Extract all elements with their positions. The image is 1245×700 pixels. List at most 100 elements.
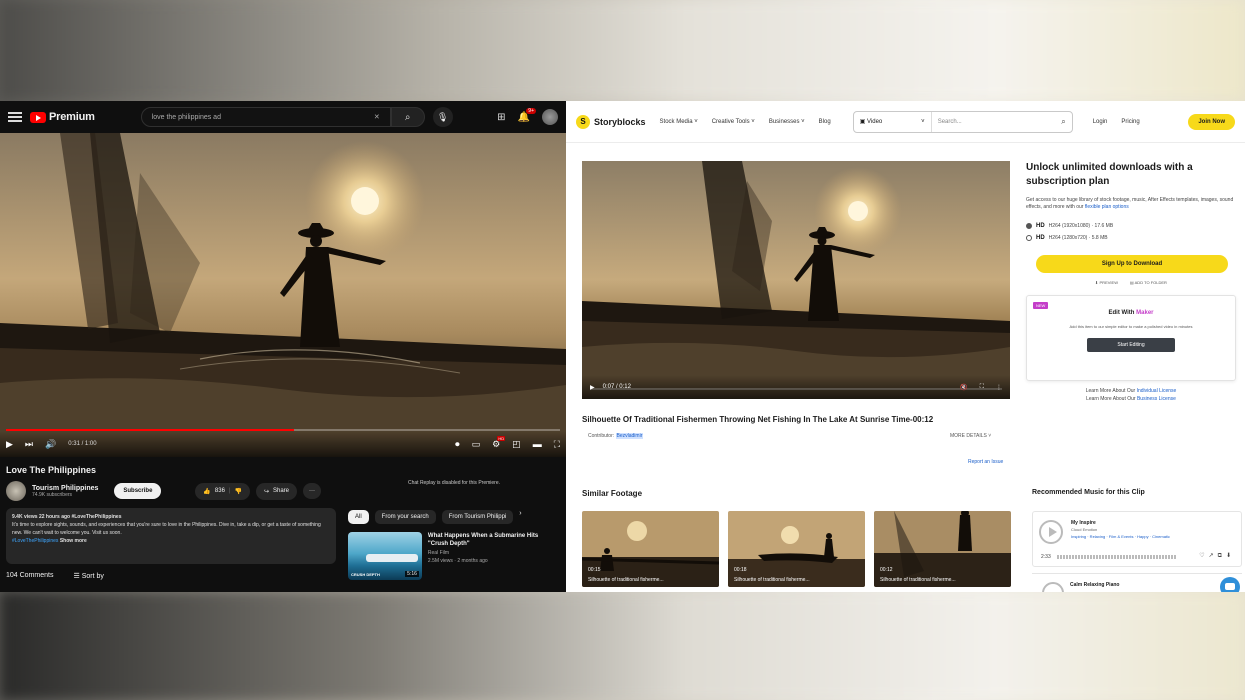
music-track-1-time: 2:33 xyxy=(1041,554,1051,560)
nav-stock-media[interactable]: Stock Media ˅ xyxy=(660,119,698,125)
chat-support-icon[interactable] xyxy=(1220,577,1240,592)
heart-icon[interactable]: ♡ xyxy=(1199,553,1208,559)
youtube-player-controls: ▶ ⏭ 🔊 0:31 / 1:00 ⏺ ▭ ⚙ HD ◰ ▬ ⛶ xyxy=(0,431,566,457)
more-details-toggle[interactable]: MORE DETAILS ˅ xyxy=(950,433,991,439)
chevron-right-icon[interactable]: › xyxy=(519,510,521,524)
format-option-1080-badge: HD xyxy=(1036,223,1045,229)
video-icon: ▣ xyxy=(859,119,866,125)
microphone-icon[interactable]: 🎙 xyxy=(432,107,453,127)
folder-icon: ▤ xyxy=(1129,280,1134,285)
preview-button[interactable]: ⬇ PREVIEW xyxy=(1095,280,1118,285)
like-count: 836 xyxy=(214,488,225,494)
autoplay-toggle-icon[interactable]: ⏺ xyxy=(455,439,460,450)
pricing-link[interactable]: Pricing xyxy=(1121,119,1139,125)
contributor-link[interactable]: Bezvladimir xyxy=(615,433,644,439)
blurred-backdrop-bottom xyxy=(0,592,1245,700)
youtube-video-player[interactable]: ▶ ⏭ 🔊 0:31 / 1:00 ⏺ ▭ ⚙ HD ◰ ▬ ⛶ xyxy=(0,133,566,457)
music-play-icon[interactable] xyxy=(1039,520,1063,544)
share-button[interactable]: ↪ Share xyxy=(255,482,297,500)
similar-footage-heading: Similar Footage xyxy=(582,489,643,498)
more-options-icon[interactable]: ⋮ xyxy=(996,384,1002,391)
download-icon[interactable]: ⬇ xyxy=(1226,553,1235,559)
youtube-search-input[interactable]: love the philippines ad ✕ xyxy=(140,107,391,127)
subtitles-icon[interactable]: ▭ xyxy=(472,439,481,450)
fullscreen-icon[interactable]: ⛶ xyxy=(554,439,560,450)
music-track-1-artist[interactable]: Cloud Emotion xyxy=(1071,527,1097,532)
description-meta: 9.4K views 22 hours ago #LoveThePhilippi… xyxy=(12,514,122,520)
similar-clip-2[interactable]: 00:18 Silhouette of traditional fisherme… xyxy=(728,511,865,587)
music-track-1-title[interactable]: My Inspire xyxy=(1071,520,1096,526)
individual-license-link[interactable]: Individual License xyxy=(1137,388,1177,394)
fullscreen-icon[interactable]: ⛶ xyxy=(980,384,984,391)
preview-label: PREVIEW xyxy=(1099,280,1118,285)
storyblocks-brand: Storyblocks xyxy=(594,116,646,127)
format-option-720[interactable]: HD H264 (1280x720) · 5.8 MB xyxy=(1026,235,1236,241)
storyblocks-logo[interactable]: S Storyblocks xyxy=(576,114,646,129)
similar-clip-3[interactable]: 00:12 Silhouette of traditional fisherme… xyxy=(874,511,1011,587)
miniplayer-icon[interactable]: ◰ xyxy=(512,439,521,450)
chip-all[interactable]: All xyxy=(348,510,369,524)
like-button[interactable]: 👍 836 | 👎 xyxy=(195,482,250,500)
music-track-2-title[interactable]: Calm Relaxing Piano xyxy=(1070,582,1119,588)
hamburger-menu-icon[interactable] xyxy=(8,112,22,122)
similar-clip-1[interactable]: 00:15 Silhouette of traditional fisherme… xyxy=(582,511,719,587)
volume-icon[interactable]: 🔊 xyxy=(45,439,56,450)
theater-mode-icon[interactable]: ▬ xyxy=(533,439,542,449)
youtube-time-display: 0:31 / 1:00 xyxy=(68,441,97,447)
recommended-video-title[interactable]: What Happens When a Submarine Hits "Crus… xyxy=(428,532,560,548)
add-to-folder-button[interactable]: ▤ ADD TO FOLDER xyxy=(1130,280,1167,285)
clear-search-icon[interactable]: ✕ xyxy=(374,113,380,121)
next-icon[interactable]: ⏭ xyxy=(25,439,33,450)
recommended-video-channel: Real Film xyxy=(427,550,450,556)
mute-icon[interactable]: 🔇 xyxy=(960,384,967,391)
subscribe-button[interactable]: Subscribe xyxy=(114,483,162,499)
sort-by-button[interactable]: ☰ Sort by xyxy=(73,572,103,580)
recommended-video[interactable]: CRUSH DEPTH 5:16 What Happens When a Sub… xyxy=(348,532,560,580)
notifications-bell-icon[interactable]: 🔔 9+ xyxy=(518,107,536,123)
search-icon[interactable]: ⌕ xyxy=(1061,117,1065,127)
play-icon[interactable]: ▶ xyxy=(6,439,13,450)
storyblocks-search-input[interactable]: Search... ⌕ xyxy=(932,117,1072,127)
chip-from-tourism-philippines[interactable]: From Tourism Philippi xyxy=(441,510,514,524)
format-option-1080[interactable]: HD H264 (1920x1080) · 17.6 MB xyxy=(1026,223,1236,229)
similar-clip-2-label: Silhouette of traditional fisherme... xyxy=(734,577,810,583)
create-video-icon[interactable]: ⊞ xyxy=(497,112,505,123)
join-now-button[interactable]: Join Now xyxy=(1188,113,1235,130)
show-more-link[interactable]: Show more xyxy=(60,538,87,544)
play-icon[interactable]: ▶ xyxy=(590,384,595,391)
music-waveform[interactable] xyxy=(1057,555,1177,559)
music-play-icon[interactable] xyxy=(1042,582,1064,592)
start-editing-button[interactable]: Start Editing xyxy=(1087,338,1175,352)
video-duration: 5:16 xyxy=(405,571,419,577)
business-license-link[interactable]: Business License xyxy=(1137,396,1176,402)
recommended-video-thumbnail[interactable]: CRUSH DEPTH 5:16 xyxy=(348,532,422,580)
share-icon[interactable]: ↗ xyxy=(1209,553,1218,559)
youtube-logo[interactable]: Premium xyxy=(30,111,95,123)
description-hashtag[interactable]: #LoveThePhilippines xyxy=(12,538,58,544)
chip-from-your-search[interactable]: From your search xyxy=(374,510,436,524)
thumbs-down-icon[interactable]: 👎 xyxy=(234,488,241,495)
settings-gear-icon[interactable]: ⚙ HD xyxy=(492,435,506,450)
youtube-play-logo-icon xyxy=(30,111,46,123)
more-actions-button[interactable]: ··· xyxy=(303,483,321,499)
account-avatar[interactable] xyxy=(542,109,558,125)
youtube-search-button[interactable]: ⌕ xyxy=(390,107,425,127)
search-type-select[interactable]: ▣ Video ˅ xyxy=(854,111,932,132)
nav-blog[interactable]: Blog xyxy=(819,119,831,125)
channel-name[interactable]: Tourism Philippines xyxy=(32,485,98,492)
nav-creative-tools[interactable]: Creative Tools ˅ xyxy=(712,119,755,125)
similar-clip-3-duration: 00:12 xyxy=(880,567,893,573)
login-link[interactable]: Login xyxy=(1093,119,1108,125)
search-icon: ⌕ xyxy=(404,111,411,123)
sign-up-to-download-button[interactable]: Sign Up to Download xyxy=(1036,255,1228,273)
storyblocks-video-player[interactable]: ▶ 0:07 / 0:12 🔇 ⛶ ⋮ xyxy=(582,161,1010,399)
report-issue-link[interactable]: Report an Issue xyxy=(968,459,1003,465)
video-description[interactable]: 9.4K views 22 hours ago #LoveThePhilippi… xyxy=(6,508,336,564)
fisherman-preview-scene xyxy=(582,161,1010,399)
music-track-1-tags[interactable]: Inspiring · Relaxing · Film & Events · H… xyxy=(1071,534,1170,539)
flexible-plans-link[interactable]: flexible plan options xyxy=(1085,204,1129,210)
channel-avatar[interactable] xyxy=(6,481,26,501)
similar-icon[interactable]: ⧉ xyxy=(1218,553,1226,559)
download-icon: ⬇ xyxy=(1095,280,1099,285)
nav-businesses[interactable]: Businesses ˅ xyxy=(769,119,805,125)
